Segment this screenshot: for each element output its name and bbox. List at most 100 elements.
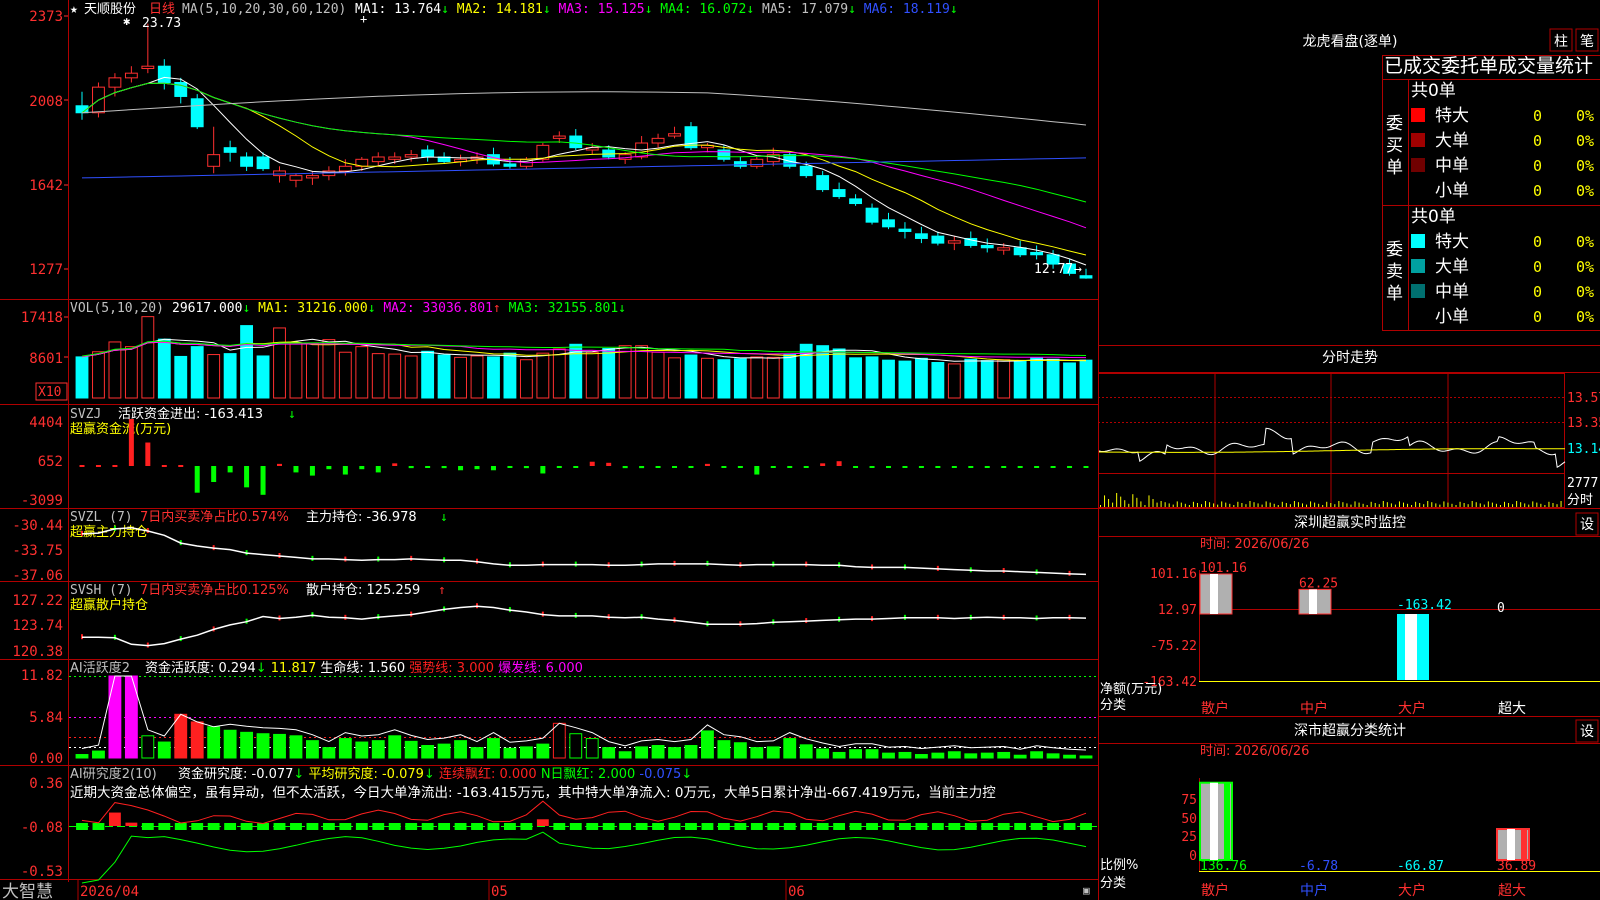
candle-body xyxy=(816,175,830,191)
candle-body xyxy=(668,133,681,137)
svsh-item2: 散户持仓: 125.259 xyxy=(306,582,420,598)
intraday-vol-bar xyxy=(1310,501,1312,507)
research-bar xyxy=(783,823,796,830)
activity-bar xyxy=(92,750,105,759)
svzj-bar xyxy=(836,461,842,466)
intraday-vol-bar xyxy=(1508,503,1510,507)
svzj-bar xyxy=(359,466,365,470)
svzj-y-tick: 652 xyxy=(38,454,63,470)
volume-bar xyxy=(124,346,138,399)
svzj-bar xyxy=(935,466,941,468)
intraday-vol-bar xyxy=(1318,503,1320,507)
row-name: 特大 xyxy=(1435,106,1469,126)
volume-bar xyxy=(783,354,797,399)
monitor-bar-shine xyxy=(1210,574,1218,614)
ai-y-tick: 5.84 xyxy=(29,710,63,726)
air-header: AI研究度2(10) xyxy=(70,766,157,782)
intraday-vol-bar xyxy=(1192,501,1194,507)
volume-bar xyxy=(684,354,698,399)
volume-bar xyxy=(832,348,846,399)
candle-body xyxy=(289,175,303,181)
vol-y-tick: 17418 xyxy=(21,310,63,326)
volume-bar xyxy=(980,360,994,399)
indicator-gap xyxy=(449,2,457,17)
intraday-vol-bar xyxy=(1221,501,1223,507)
volume-bar xyxy=(997,359,1011,399)
monitor-y-tick: 101.16 xyxy=(1150,567,1197,582)
monitor-category: 超大 xyxy=(1498,701,1526,717)
stock-star: ★ xyxy=(70,2,78,17)
activity-bar xyxy=(684,745,698,759)
row-count: 0 xyxy=(1533,283,1542,301)
activity-bar xyxy=(783,738,797,759)
monitor-settings-label: 设 xyxy=(1580,517,1594,533)
row-count: 0 xyxy=(1533,233,1542,251)
candle-body xyxy=(997,247,1011,251)
intraday-vol-bar xyxy=(1265,501,1267,507)
activity-bar xyxy=(766,746,780,759)
svzj-bar xyxy=(277,463,283,466)
candle-body xyxy=(980,244,994,249)
svzj-bar xyxy=(309,466,315,476)
candle-body xyxy=(306,175,319,179)
section-label-char: 卖 xyxy=(1386,262,1403,282)
svzj-bar xyxy=(737,466,743,468)
activity-bar xyxy=(618,751,632,759)
cursor-cross-icon: + xyxy=(360,12,367,26)
volume-bar xyxy=(273,327,286,399)
intraday-vol-bar xyxy=(1281,501,1283,507)
activity-bar xyxy=(388,735,402,759)
activity-bar xyxy=(157,741,171,759)
research-bar xyxy=(174,823,187,830)
row-count: 0 xyxy=(1533,107,1542,125)
intraday-vol-bar xyxy=(1390,503,1392,507)
row-color-swatch xyxy=(1411,108,1425,122)
svzj-bar xyxy=(573,466,579,468)
research-bar xyxy=(767,823,780,830)
intraday-vol-bar xyxy=(1217,504,1219,507)
classify-title: 深市超赢分类统计 xyxy=(1294,722,1406,739)
lock-icon[interactable]: ▣ xyxy=(1083,884,1090,897)
vol-values: 29617.000↓ MA1: 31216.000↓ MA2: 33036.80… xyxy=(172,301,626,316)
intraday-vol-bar xyxy=(1536,502,1538,507)
intraday-vol-bar xyxy=(1128,503,1130,507)
activity-bar xyxy=(799,744,813,759)
ma-header: MA(5,10,20,30,60,120) xyxy=(182,2,346,17)
intraday-vol-bar xyxy=(1382,501,1384,507)
indicator-value: 爆发线: 6.000 xyxy=(498,660,583,676)
research-bar xyxy=(125,822,138,826)
intraday-vol-bar xyxy=(1322,505,1324,507)
intraday-vol-bar xyxy=(1140,501,1142,507)
intraday-vol-bar xyxy=(1520,502,1522,507)
svzj-bar xyxy=(820,463,826,466)
volume-bar xyxy=(701,357,714,399)
intraday-vol-bar xyxy=(1257,503,1259,507)
svzj-bar xyxy=(853,466,859,468)
research-bar xyxy=(833,823,846,830)
candle-body xyxy=(914,233,928,239)
research-bar xyxy=(882,823,895,830)
activity-bar xyxy=(1063,754,1076,759)
svzl-y-tick: -33.75 xyxy=(12,543,63,559)
activity-bar xyxy=(223,729,237,759)
volume-bar xyxy=(338,351,352,399)
candle-body xyxy=(1013,247,1027,256)
svzj-bar xyxy=(622,466,628,469)
row-name: 小单 xyxy=(1435,181,1469,201)
monitor-category-label: 分类 xyxy=(1100,698,1126,713)
research-bar xyxy=(635,823,648,830)
svzj-bar xyxy=(523,466,529,469)
candle-body xyxy=(832,189,846,198)
activity-bar xyxy=(355,741,369,759)
svzj-bar xyxy=(787,466,793,468)
intraday-vol-bar xyxy=(1548,501,1550,507)
indicator-value: 11.817 xyxy=(271,661,317,676)
intraday-vol-bar xyxy=(1184,503,1186,507)
volume-bar xyxy=(849,357,862,399)
research-bar xyxy=(964,823,977,830)
volume-bar xyxy=(1046,358,1060,399)
activity-bar xyxy=(701,730,714,759)
order-total: 共0单 xyxy=(1411,81,1456,101)
volume-bar xyxy=(717,359,731,399)
volume-bar xyxy=(865,356,879,399)
